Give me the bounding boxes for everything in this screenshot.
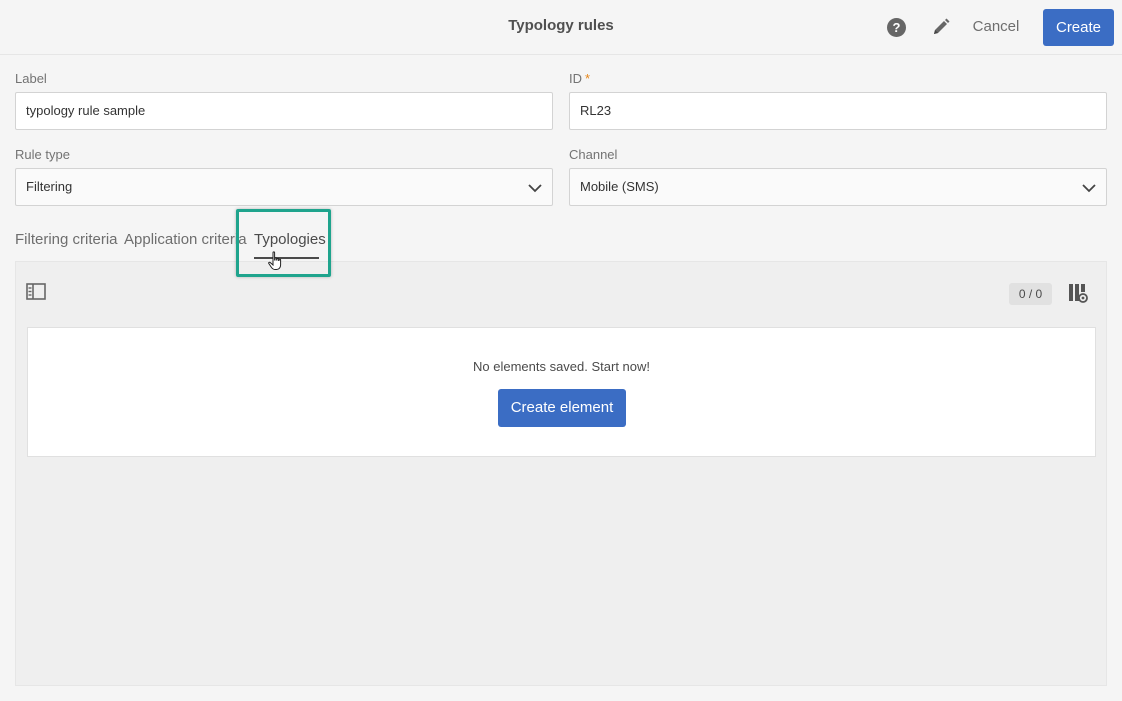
- id-field-caption: ID *: [569, 71, 590, 86]
- typology-rules-dialog: Typology rules ? Cancel Create Label typ…: [0, 0, 1122, 701]
- empty-state-message: No elements saved. Start now!: [472, 359, 651, 374]
- dialog-title: Typology rules: [508, 17, 614, 34]
- channel-caption: Channel: [569, 147, 618, 162]
- dialog-header: Typology rules ? Cancel Create: [0, 0, 1122, 55]
- required-marker: *: [585, 71, 591, 86]
- empty-state-card: No elements saved. Start now! Create ele…: [27, 327, 1096, 457]
- chevron-down-icon: [528, 184, 542, 193]
- pencil-icon[interactable]: [931, 17, 951, 37]
- id-caption-text: ID: [569, 71, 582, 86]
- id-input[interactable]: RL23: [569, 92, 1107, 130]
- rule-type-select[interactable]: Filtering: [15, 168, 553, 206]
- record-count-badge: 0 / 0: [1009, 283, 1052, 305]
- rule-type-caption: Rule type: [15, 147, 70, 162]
- channel-value: Mobile (SMS): [580, 179, 659, 194]
- chevron-down-icon: [1082, 184, 1096, 193]
- help-icon[interactable]: ?: [887, 18, 906, 37]
- label-input[interactable]: typology rule sample: [15, 92, 553, 130]
- sidebar-toggle-icon[interactable]: [26, 283, 46, 300]
- tab-typologies[interactable]: Typologies: [254, 231, 326, 248]
- typologies-panel: 0 / 0 No elements saved. Start now! Crea…: [15, 261, 1107, 686]
- active-tab-underline: [254, 257, 319, 259]
- create-button[interactable]: Create: [1043, 9, 1114, 46]
- label-field-caption: Label: [15, 71, 47, 86]
- cancel-button[interactable]: Cancel: [968, 10, 1024, 44]
- tab-filtering-criteria[interactable]: Filtering criteria: [15, 231, 118, 248]
- create-element-button[interactable]: Create element: [498, 389, 626, 427]
- rule-type-value: Filtering: [26, 179, 73, 194]
- hand-cursor-icon: [268, 251, 282, 270]
- channel-select[interactable]: Mobile (SMS): [569, 168, 1107, 206]
- panel-toolbar: 0 / 0: [16, 262, 1106, 312]
- tab-application-criteria[interactable]: Application criteria: [124, 231, 247, 248]
- column-settings-icon[interactable]: [1068, 283, 1088, 303]
